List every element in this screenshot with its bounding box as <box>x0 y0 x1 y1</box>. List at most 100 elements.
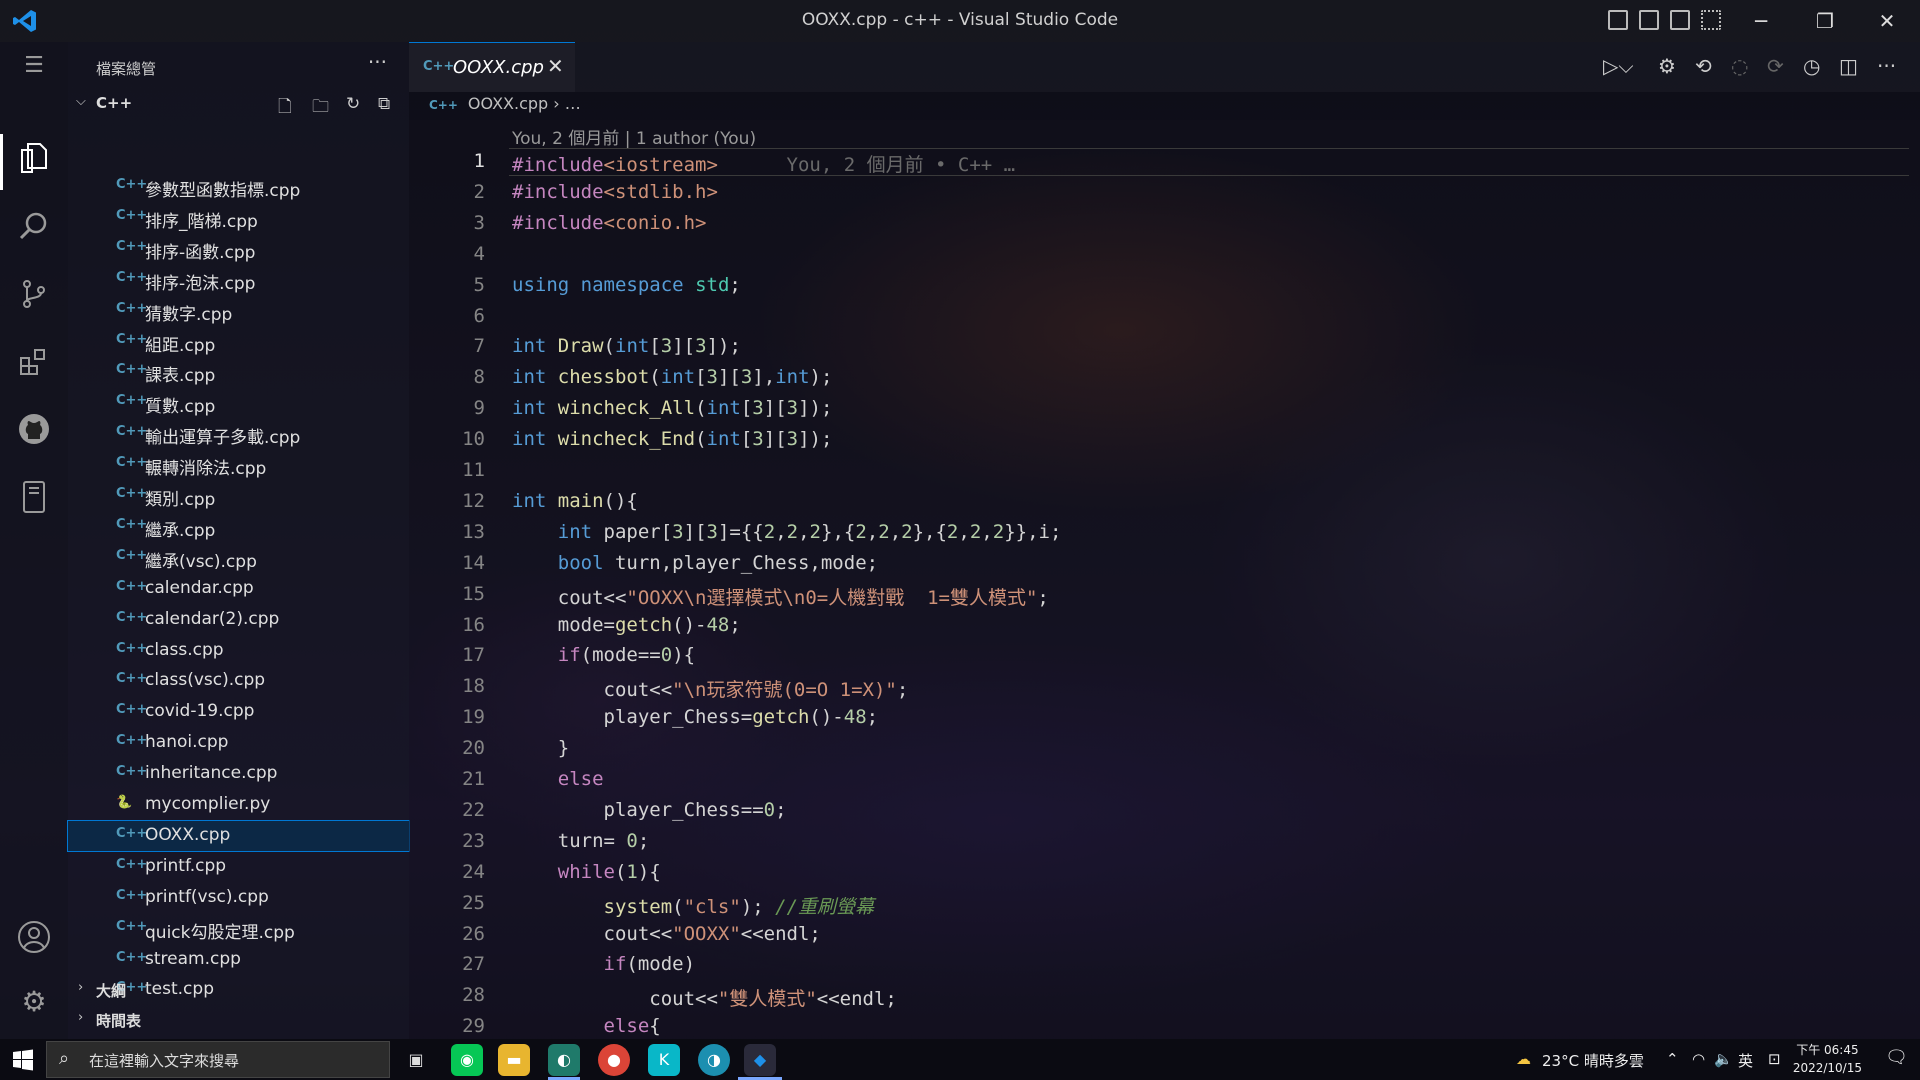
code-line[interactable]: cout<<"OOXX\n選擇模式\n0=人機對戰 1=雙人模式"; <box>512 583 1049 610</box>
file-item[interactable]: C++ hanoi.cpp <box>68 728 409 758</box>
toggle-secondary-sidebar-icon[interactable] <box>1670 10 1690 30</box>
toggle-primary-sidebar-icon[interactable] <box>1608 10 1628 30</box>
folder-header[interactable]: ⌵ C++ 🗋 🗀 ↻ ⧉ <box>68 92 409 118</box>
file-item[interactable]: C++ 排序-函數.cpp <box>68 234 409 264</box>
notification-icon[interactable]: 🗨 <box>1885 1047 1908 1068</box>
more-actions-icon[interactable]: ··· <box>368 50 387 74</box>
vscode-taskbar-icon[interactable]: ◆ <box>744 1044 776 1076</box>
settings-icon[interactable]: ⚙ <box>1658 54 1676 78</box>
code-line[interactable]: bool turn,player_Chess,mode; <box>512 552 878 574</box>
restore-button[interactable]: ❐ <box>1804 6 1846 36</box>
kkbox-icon[interactable]: K <box>648 1044 680 1076</box>
file-item[interactable]: C++ OOXX.cpp <box>67 819 410 852</box>
file-item[interactable]: C++ 繼承(vsc).cpp <box>68 543 409 573</box>
collapse-all-icon[interactable]: ⧉ <box>378 94 390 114</box>
tab-ooxx-cpp[interactable]: C++ OOXX.cpp ✕ <box>409 42 575 92</box>
code-line[interactable]: while(1){ <box>512 861 661 883</box>
source-control-icon[interactable] <box>14 278 54 318</box>
code-line[interactable]: cout<<"雙人模式"<<endl; <box>512 984 897 1011</box>
file-item[interactable]: C++ class.cpp <box>68 636 409 666</box>
file-item[interactable]: C++ 輾轉消除法.cpp <box>68 450 409 480</box>
sidebar-section[interactable]: › 時間表 <box>68 1006 409 1034</box>
file-item[interactable]: C++ 參數型函數指標.cpp <box>68 172 409 202</box>
file-item[interactable]: C++ stream.cpp <box>68 945 409 975</box>
code-line[interactable]: else{ <box>512 1015 661 1037</box>
network-icon[interactable]: ◠ <box>1692 1050 1705 1068</box>
github-icon[interactable] <box>14 412 54 452</box>
code-line[interactable]: player_Chess==0; <box>512 799 787 821</box>
file-item[interactable]: C++ 輸出運算子多載.cpp <box>68 419 409 449</box>
split-editor-icon[interactable]: ◫ <box>1839 54 1858 78</box>
taskbar-search[interactable]: ⌕ 在這裡輸入文字來搜尋 <box>46 1041 390 1078</box>
explorer-icon[interactable] <box>14 142 54 182</box>
file-item[interactable]: C++ 猜數字.cpp <box>68 296 409 326</box>
breadcrumb[interactable]: C++ OOXX.cpp › … <box>429 94 581 113</box>
code-line[interactable]: if(mode) <box>512 953 696 975</box>
file-item[interactable]: C++ 質數.cpp <box>68 388 409 418</box>
file-item[interactable]: C++ quick勾股定理.cpp <box>68 914 409 944</box>
sidebar-section[interactable]: › 大綱 <box>68 976 409 1004</box>
task-view-icon[interactable]: ▣ <box>400 1044 432 1076</box>
timeline-icon[interactable]: ◷ <box>1803 54 1820 78</box>
file-item[interactable]: C++ covid-19.cpp <box>68 697 409 727</box>
customize-layout-icon[interactable] <box>1701 10 1721 30</box>
close-window-button[interactable]: ✕ <box>1866 6 1908 36</box>
account-icon[interactable] <box>14 920 54 960</box>
edge-icon[interactable]: ◑ <box>698 1044 730 1076</box>
close-tab-icon[interactable]: ✕ <box>547 54 564 78</box>
refresh-icon[interactable]: ↻ <box>346 94 360 114</box>
file-item[interactable]: C++ printf.cpp <box>68 852 409 882</box>
file-item[interactable]: C++ class(vsc).cpp <box>68 666 409 696</box>
run-debug-icon[interactable]: ▷⌵ <box>1603 54 1634 78</box>
code-line[interactable]: int Draw(int[3][3]); <box>512 335 741 357</box>
code-line[interactable]: #include<stdlib.h> <box>512 181 718 203</box>
windows-start-icon[interactable] <box>0 1039 46 1080</box>
code-line[interactable]: int wincheck_All(int[3][3]); <box>512 397 832 419</box>
file-item[interactable]: C++ 類別.cpp <box>68 481 409 511</box>
code-line[interactable]: mode=getch()-48; <box>512 614 741 636</box>
file-item[interactable]: C++ 排序-泡沫.cpp <box>68 265 409 295</box>
menu-icon[interactable]: ☰ <box>14 46 54 86</box>
code-line[interactable]: } <box>512 737 569 759</box>
next-change-icon[interactable]: ⟳ <box>1767 54 1784 78</box>
more-editor-actions-icon[interactable]: ··· <box>1877 54 1896 78</box>
code-line[interactable]: int main(){ <box>512 490 638 512</box>
file-item[interactable]: C++ 課表.cpp <box>68 357 409 387</box>
search-icon[interactable] <box>14 210 54 250</box>
codelens-blame[interactable]: You, 2 個月前 | 1 author (You) <box>512 124 756 149</box>
code-line[interactable]: turn= 0; <box>512 830 650 852</box>
settings-gear-icon[interactable]: ⚙ <box>14 982 54 1022</box>
minimize-button[interactable]: ─ <box>1740 6 1782 36</box>
code-line[interactable]: cout<<"\n玩家符號(0=O 1=X)"; <box>512 675 909 702</box>
code-line[interactable]: #include<conio.h> <box>512 212 706 234</box>
edge-dev-icon[interactable]: ◐ <box>548 1044 580 1076</box>
file-item[interactable]: C++ calendar.cpp <box>68 574 409 604</box>
line-app-icon[interactable]: ◉ <box>451 1044 483 1076</box>
volume-icon[interactable]: 🔈 <box>1714 1050 1733 1068</box>
file-item[interactable]: C++ 排序_階梯.cpp <box>68 203 409 233</box>
weather-text[interactable]: 23°C 晴時多雲 <box>1542 1050 1644 1071</box>
code-line[interactable]: system("cls"); //重刷螢幕 <box>512 892 875 919</box>
file-item[interactable]: C++ 繼承.cpp <box>68 512 409 542</box>
code-line[interactable]: player_Chess=getch()-48; <box>512 706 879 728</box>
code-line[interactable]: int chessbot(int[3][3],int); <box>512 366 832 388</box>
ime-indicator[interactable]: 英 <box>1738 1050 1753 1071</box>
file-item[interactable]: C++ inheritance.cpp <box>68 759 409 789</box>
new-file-icon[interactable]: 🗋 <box>278 94 292 123</box>
weather-icon[interactable]: ☁ <box>1516 1050 1531 1068</box>
file-explorer-icon[interactable]: ▬ <box>498 1044 530 1076</box>
go-back-icon[interactable]: ⟲ <box>1695 54 1712 78</box>
code-line[interactable]: int wincheck_End(int[3][3]); <box>512 428 832 450</box>
code-line[interactable]: cout<<"OOXX"<<endl; <box>512 923 821 945</box>
code-line[interactable]: else <box>512 768 604 790</box>
file-item[interactable]: C++ printf(vsc).cpp <box>68 883 409 913</box>
code-line[interactable]: int paper[3][3]={{2,2,2},{2,2,2},{2,2,2}… <box>512 521 1062 543</box>
file-item[interactable]: C++ calendar(2).cpp <box>68 605 409 635</box>
chrome-icon[interactable]: ● <box>598 1044 630 1076</box>
clock[interactable]: 下午 06:45 2022/10/15 <box>1793 1041 1862 1077</box>
remote-explorer-icon[interactable] <box>14 480 54 520</box>
chevron-up-icon[interactable]: ⌃ <box>1666 1050 1679 1068</box>
breadcrumb-rest[interactable]: › … <box>553 94 580 113</box>
breadcrumb-file[interactable]: OOXX.cpp <box>468 94 548 113</box>
toggle-panel-icon[interactable] <box>1639 10 1659 30</box>
